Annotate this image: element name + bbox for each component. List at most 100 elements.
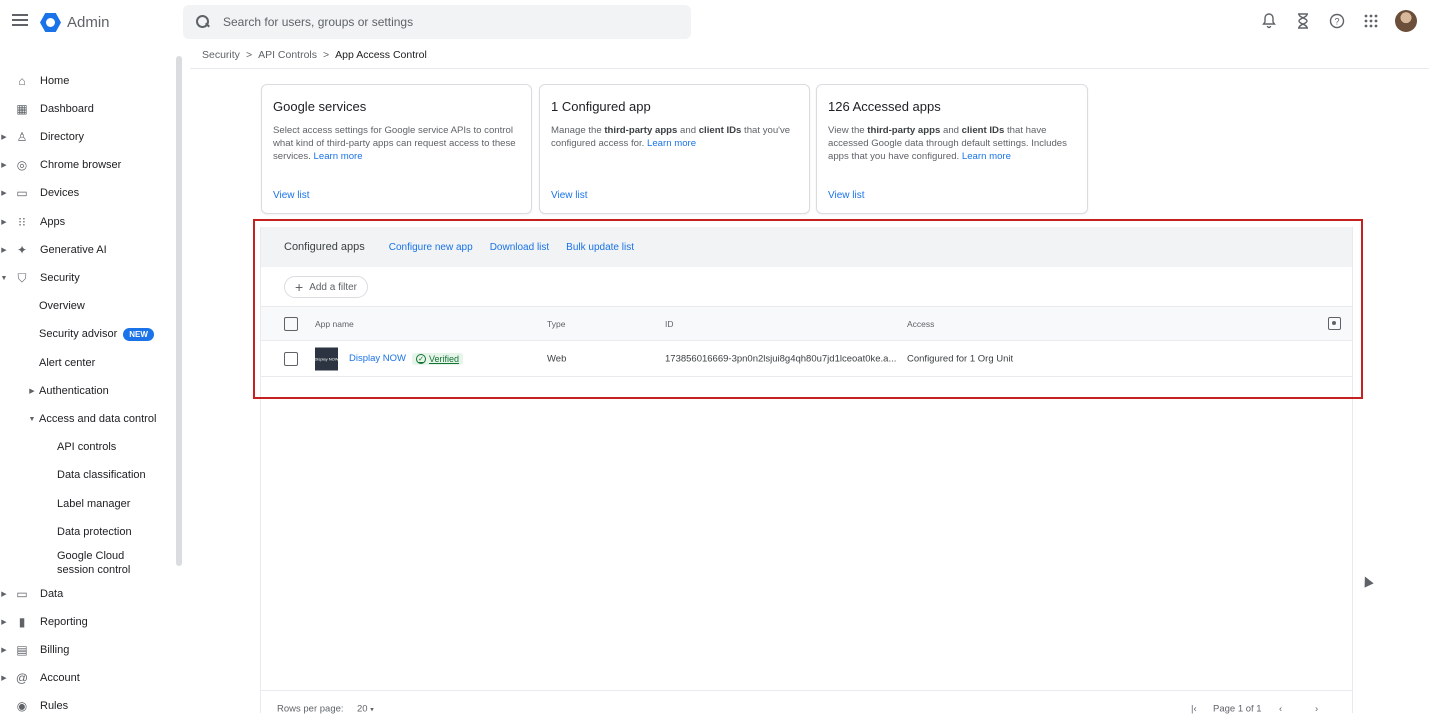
dashboard-icon: ▦ (16, 102, 28, 116)
expand-icon[interactable]: ▶ (0, 189, 8, 197)
search-icon (195, 14, 211, 30)
learn-more-link[interactable]: Learn more (314, 151, 363, 162)
sidebar-item-home[interactable]: ⌂ Home (0, 71, 69, 91)
sidebar-item-authentication[interactable]: ▶ Authentication (28, 381, 109, 401)
breadcrumb-separator: > (245, 49, 253, 61)
menu-icon[interactable] (12, 14, 28, 28)
help-icon[interactable]: ? (1327, 11, 1347, 31)
app-title: Admin (67, 14, 110, 31)
sidebar-item-label: Rules (40, 700, 69, 712)
card-title: Google services (273, 99, 367, 114)
expand-icon[interactable]: ▶ (0, 246, 8, 254)
expand-icon[interactable]: ▶ (0, 674, 8, 682)
sidebar-item-label: Generative AI (40, 244, 107, 256)
sidebar-item-label: Google Cloud session control (57, 550, 131, 576)
account-avatar[interactable] (1395, 10, 1417, 32)
card-accessed-apps: 126 Accessed apps View the third-party a… (816, 84, 1088, 214)
sidebar-item-directory[interactable]: ▶ ♙ Directory (0, 127, 84, 147)
view-list-link[interactable]: View list (551, 190, 588, 201)
shield-icon: ⛉ (17, 270, 27, 285)
breadcrumb: Security > API Controls > App Access Con… (202, 49, 427, 61)
mouse-cursor-icon (1360, 574, 1374, 588)
sidebar-item-rules[interactable]: ◉ Rules (0, 696, 68, 716)
sidebar-item-label: Directory (40, 131, 85, 143)
card-icon: ▤ (16, 643, 28, 657)
sidebar-item-label: Access and data control (39, 413, 157, 425)
bar-chart-icon: ▮ (18, 615, 26, 629)
card-google-services: Google services Select access settings f… (261, 84, 532, 214)
card-title: 126 Accessed apps (828, 99, 941, 114)
expand-icon[interactable]: ▶ (0, 646, 8, 654)
learn-more-link[interactable]: Learn more (962, 151, 1011, 162)
collapse-icon[interactable]: ▼ (0, 275, 8, 282)
sidebar-item-label: Apps (40, 216, 66, 228)
sidebar-item-account[interactable]: ▶ @ Account (0, 668, 80, 688)
sidebar-item-data-classification[interactable]: Data classification (57, 465, 146, 485)
expand-icon[interactable]: ▶ (0, 590, 8, 598)
sidebar-item-label: Account (40, 672, 80, 684)
expand-icon[interactable]: ▶ (0, 161, 8, 169)
sidebar: ⌂ Home ▦ Dashboard ▶ ♙ Directory ▶ ◎ Chrom… (0, 66, 175, 713)
sidebar-item-google-cloud-session-control[interactable]: Google Cloud session control (57, 548, 162, 578)
breadcrumb-security[interactable]: Security (202, 49, 240, 61)
rules-icon: ◉ (16, 699, 28, 713)
svg-text:?: ? (1334, 17, 1339, 27)
collapse-icon[interactable]: ▼ (28, 416, 36, 423)
sidebar-item-label: Authentication (39, 385, 109, 397)
sidebar-item-data[interactable]: ▶ ▭ Data (0, 584, 63, 604)
sidebar-scrollbar[interactable] (176, 56, 182, 566)
sidebar-item-dashboard[interactable]: ▦ Dashboard (0, 99, 94, 119)
divider (190, 68, 1429, 69)
hourglass-icon[interactable] (1293, 11, 1313, 31)
sidebar-item-devices[interactable]: ▶ ▭ Devices (0, 183, 79, 203)
sidebar-item-label: Dashboard (40, 103, 94, 115)
chevron-down-icon: ▾ (370, 706, 374, 714)
sidebar-item-billing[interactable]: ▶ ▤ Billing (0, 640, 69, 660)
chrome-icon: ◎ (16, 158, 28, 172)
sidebar-item-reporting[interactable]: ▶ ▮ Reporting (0, 612, 88, 632)
sidebar-item-generative-ai[interactable]: ▶ ✦ Generative AI (0, 240, 107, 260)
sidebar-item-security[interactable]: ▼ ⛉ Security (0, 268, 80, 288)
new-badge: NEW (123, 327, 154, 341)
sidebar-item-data-protection[interactable]: Data protection (57, 522, 132, 542)
expand-icon[interactable]: ▶ (28, 387, 36, 395)
view-list-link[interactable]: View list (273, 190, 310, 201)
sidebar-item-label: API controls (57, 441, 117, 453)
sidebar-item-label: Data (40, 588, 64, 600)
sidebar-item-api-controls[interactable]: API controls (57, 437, 116, 457)
apps-grid-icon[interactable] (1361, 11, 1381, 31)
search-input[interactable]: Search for users, groups or settings (223, 15, 413, 29)
breadcrumb-api-controls[interactable]: API Controls (258, 49, 317, 61)
sparkle-icon: ✦ (16, 243, 28, 257)
card-title: 1 Configured app (551, 99, 651, 114)
learn-more-link[interactable]: Learn more (647, 138, 696, 149)
sidebar-item-overview[interactable]: Overview (39, 296, 85, 316)
sidebar-item-label-manager[interactable]: Label manager (57, 494, 130, 514)
card-description: View the third-party apps and client IDs… (828, 125, 1067, 162)
sidebar-item-label: Security (40, 272, 80, 284)
search-bar[interactable]: Search for users, groups or settings (183, 5, 691, 39)
sidebar-item-access-and-data-control[interactable]: ▼ Access and data control (28, 409, 157, 429)
top-bar: Admin Search for users, groups or settin… (0, 0, 1429, 44)
sidebar-item-apps[interactable]: ▶ ⁝⁝ Apps (0, 212, 65, 232)
expand-icon[interactable]: ▶ (0, 618, 8, 626)
sidebar-item-label: Data protection (57, 526, 132, 538)
admin-logo[interactable]: Admin (40, 12, 110, 33)
apps-icon: ⁝⁝ (18, 215, 26, 229)
home-icon: ⌂ (18, 74, 26, 88)
bell-icon[interactable] (1259, 11, 1279, 31)
sidebar-item-alert-center[interactable]: Alert center (39, 353, 95, 373)
sidebar-item-security-advisor[interactable]: Security advisor NEW (39, 324, 154, 344)
sidebar-item-label: Billing (40, 644, 70, 656)
sidebar-item-label: Reporting (40, 616, 88, 628)
sidebar-item-chrome-browser[interactable]: ▶ ◎ Chrome browser (0, 155, 121, 175)
sidebar-item-label: Label manager (57, 498, 131, 510)
card-configured-app: 1 Configured app Manage the third-party … (539, 84, 810, 214)
sidebar-item-label: Security advisor (39, 328, 118, 340)
expand-icon[interactable]: ▶ (0, 133, 8, 141)
sidebar-item-label: Alert center (39, 357, 96, 369)
pagination-bar: Rows per page: 20 ▾ |‹ Page 1 of 1 ‹ › (261, 690, 1352, 715)
breadcrumb-current: App Access Control (335, 49, 427, 61)
expand-icon[interactable]: ▶ (0, 218, 8, 226)
view-list-link[interactable]: View list (828, 190, 865, 201)
